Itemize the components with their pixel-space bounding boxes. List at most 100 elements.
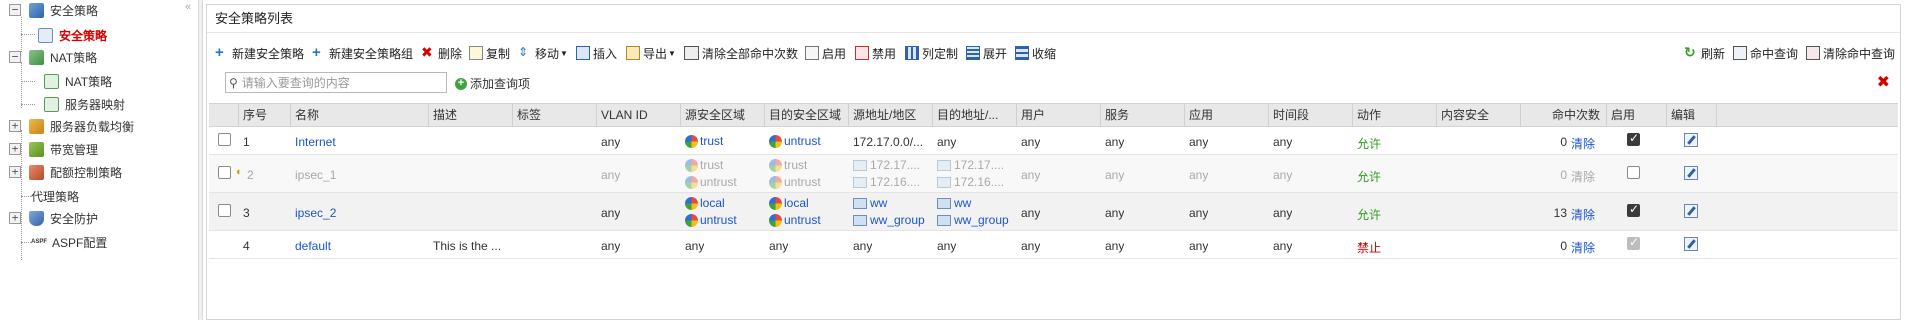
row-select-checkbox[interactable] — [218, 166, 231, 179]
collapse-button[interactable]: 收缩 — [1015, 43, 1056, 63]
expand-toggle-icon[interactable]: + — [9, 212, 21, 224]
clear-hit-query-button[interactable]: 清除命中查询 — [1806, 43, 1895, 63]
disable-button[interactable]: 禁用 — [855, 43, 896, 63]
enable-checkbox[interactable] — [1627, 166, 1640, 179]
edit-icon[interactable] — [1684, 237, 1698, 251]
toolbar: + 新建安全策略 + 新建安全策略组 ✖ 删除 复制 ⇕ 移动 ▼ 插入 导出 … — [207, 41, 1900, 65]
clear-hits-link[interactable]: 清除 — [1571, 168, 1595, 185]
cell-time-range: any — [1273, 206, 1293, 220]
header-enabled[interactable]: 启用 — [1607, 104, 1667, 126]
clear-hits-link[interactable]: 清除 — [1571, 135, 1595, 152]
table-row[interactable]: 3 ipsec_2 any local untrust local untrus… — [209, 193, 1898, 231]
nav-security-policy[interactable]: 安全策略 — [38, 24, 107, 46]
edit-icon[interactable] — [1684, 166, 1698, 180]
copy-icon — [469, 46, 483, 60]
edit-icon[interactable] — [1684, 204, 1698, 218]
clear-hits-link[interactable]: 清除 — [1571, 206, 1595, 223]
zone-icon — [769, 134, 782, 148]
row-select-checkbox[interactable] — [218, 204, 231, 217]
enable-button[interactable]: 启用 — [805, 43, 846, 63]
header-vlan-id[interactable]: VLAN ID — [597, 104, 681, 126]
header-application[interactable]: 应用 — [1185, 104, 1269, 126]
cell-name-link[interactable]: default — [295, 239, 331, 253]
cell-dst-zone: untrust — [769, 134, 821, 148]
header-src-zone[interactable]: 源安全区域 — [681, 104, 765, 126]
nav-nat-policy[interactable]: NAT策略 — [44, 70, 112, 92]
address-icon — [937, 159, 951, 172]
export-button[interactable]: 导出 ▼ — [626, 43, 676, 63]
enable-icon — [805, 46, 819, 60]
header-src-addr[interactable]: 源地址/地区 — [849, 104, 933, 126]
delete-button[interactable]: ✖ 删除 — [421, 43, 462, 63]
enable-checkbox[interactable] — [1627, 131, 1640, 146]
expand-toggle-icon[interactable]: + — [9, 120, 21, 132]
header-name[interactable]: 名称 — [291, 104, 429, 126]
table-row[interactable]: 4 default This is the ... any any any an… — [209, 231, 1898, 259]
move-button[interactable]: ⇕ 移动 ▼ — [518, 43, 568, 63]
expand-toggle-icon[interactable]: + — [9, 143, 21, 155]
header-dst-addr[interactable]: 目的地址/... — [933, 104, 1017, 126]
nav-aspf-config[interactable]: ASPF ASPF配置 — [31, 231, 107, 253]
cell-name-link[interactable]: ipsec_2 — [295, 206, 336, 220]
expand-button[interactable]: 展开 — [966, 43, 1007, 63]
cell-name-link[interactable]: ipsec_1 — [295, 168, 336, 182]
panel-title: 安全策略列表 — [207, 5, 1900, 33]
header-service[interactable]: 服务 — [1101, 104, 1185, 126]
header-no[interactable]: 序号 — [239, 104, 291, 126]
shield-policy-icon — [29, 2, 44, 18]
zone-icon — [769, 158, 782, 172]
cell-src-zone: trust — [685, 134, 723, 148]
cell-src-addr: 172.17.... — [853, 158, 933, 172]
insert-icon — [576, 46, 590, 60]
collapse-toggle-icon[interactable]: − — [9, 51, 21, 63]
nav-security-policy-group[interactable]: − 安全策略 — [9, 0, 98, 21]
close-search-icon[interactable]: ✖ — [1877, 75, 1890, 91]
nav-bandwidth-management[interactable]: + 带宽管理 — [9, 138, 98, 160]
header-user[interactable]: 用户 — [1017, 104, 1101, 126]
customize-columns-button[interactable]: 列定制 — [905, 43, 958, 63]
move-arrows-icon: ⇕ — [518, 45, 529, 59]
header-hit-count[interactable]: 命中次数 — [1521, 104, 1607, 126]
enable-checkbox[interactable] — [1627, 202, 1640, 217]
header-dst-zone[interactable]: 目的安全区域 — [765, 104, 849, 126]
table-row[interactable]: 1 Internet any trust untrust 172.17.0.0/… — [209, 127, 1898, 155]
copy-button[interactable]: 复制 — [469, 43, 510, 63]
header-time-range[interactable]: 时间段 — [1269, 104, 1353, 126]
edit-icon[interactable] — [1684, 133, 1698, 147]
nav-splitter[interactable] — [198, 0, 203, 320]
cell-dst-zone: any — [769, 239, 789, 253]
quota-icon — [29, 164, 44, 180]
collapse-toggle-icon[interactable]: − — [9, 4, 21, 16]
cell-hit-count: 0 — [1560, 239, 1567, 253]
add-query-button[interactable]: + 添加查询项 — [455, 75, 530, 92]
collapse-nav-icon[interactable]: « — [185, 1, 191, 13]
expand-toggle-icon[interactable]: + — [9, 166, 21, 178]
clear-all-hits-button[interactable]: 清除全部命中次数 — [684, 43, 798, 63]
new-policy-button[interactable]: + 新建安全策略 — [215, 43, 304, 63]
table-row[interactable]: ◐ 2 ipsec_1 any trust untrust trust untr… — [209, 155, 1898, 193]
header-tag[interactable]: 标签 — [513, 104, 597, 126]
insert-button[interactable]: 插入 — [576, 43, 617, 63]
bandwidth-icon — [29, 141, 44, 157]
nav-quota-control[interactable]: + 配额控制策略 — [9, 161, 122, 183]
nav-nat-policy-group[interactable]: − NAT策略 — [9, 46, 97, 68]
nav-proxy-policy[interactable]: 代理策略 — [31, 185, 79, 207]
nav-security-protection[interactable]: + 安全防护 — [9, 207, 98, 229]
search-box[interactable]: ⚲ — [225, 72, 447, 93]
header-action[interactable]: 动作 — [1353, 104, 1437, 126]
refresh-button[interactable]: ↻ 刷新 — [1684, 43, 1725, 63]
header-description[interactable]: 描述 — [429, 104, 513, 126]
header-content-security[interactable]: 内容安全 — [1437, 104, 1521, 126]
cell-time-range: any — [1273, 168, 1293, 182]
nav-label: 安全策略 — [50, 3, 99, 18]
row-select-checkbox[interactable] — [218, 133, 231, 146]
search-input[interactable] — [239, 73, 430, 92]
hit-query-button[interactable]: 命中查询 — [1733, 43, 1798, 63]
nav-server-load-balance[interactable]: + 服务器负载均衡 — [9, 115, 134, 137]
new-policy-group-button[interactable]: + 新建安全策略组 — [312, 43, 413, 63]
header-edit[interactable]: 编辑 — [1667, 104, 1717, 126]
clear-hits-link[interactable]: 清除 — [1571, 239, 1595, 256]
cell-user: any — [1021, 135, 1041, 149]
nav-server-mapping[interactable]: 服务器映射 — [44, 93, 125, 115]
cell-name-link[interactable]: Internet — [295, 135, 336, 149]
